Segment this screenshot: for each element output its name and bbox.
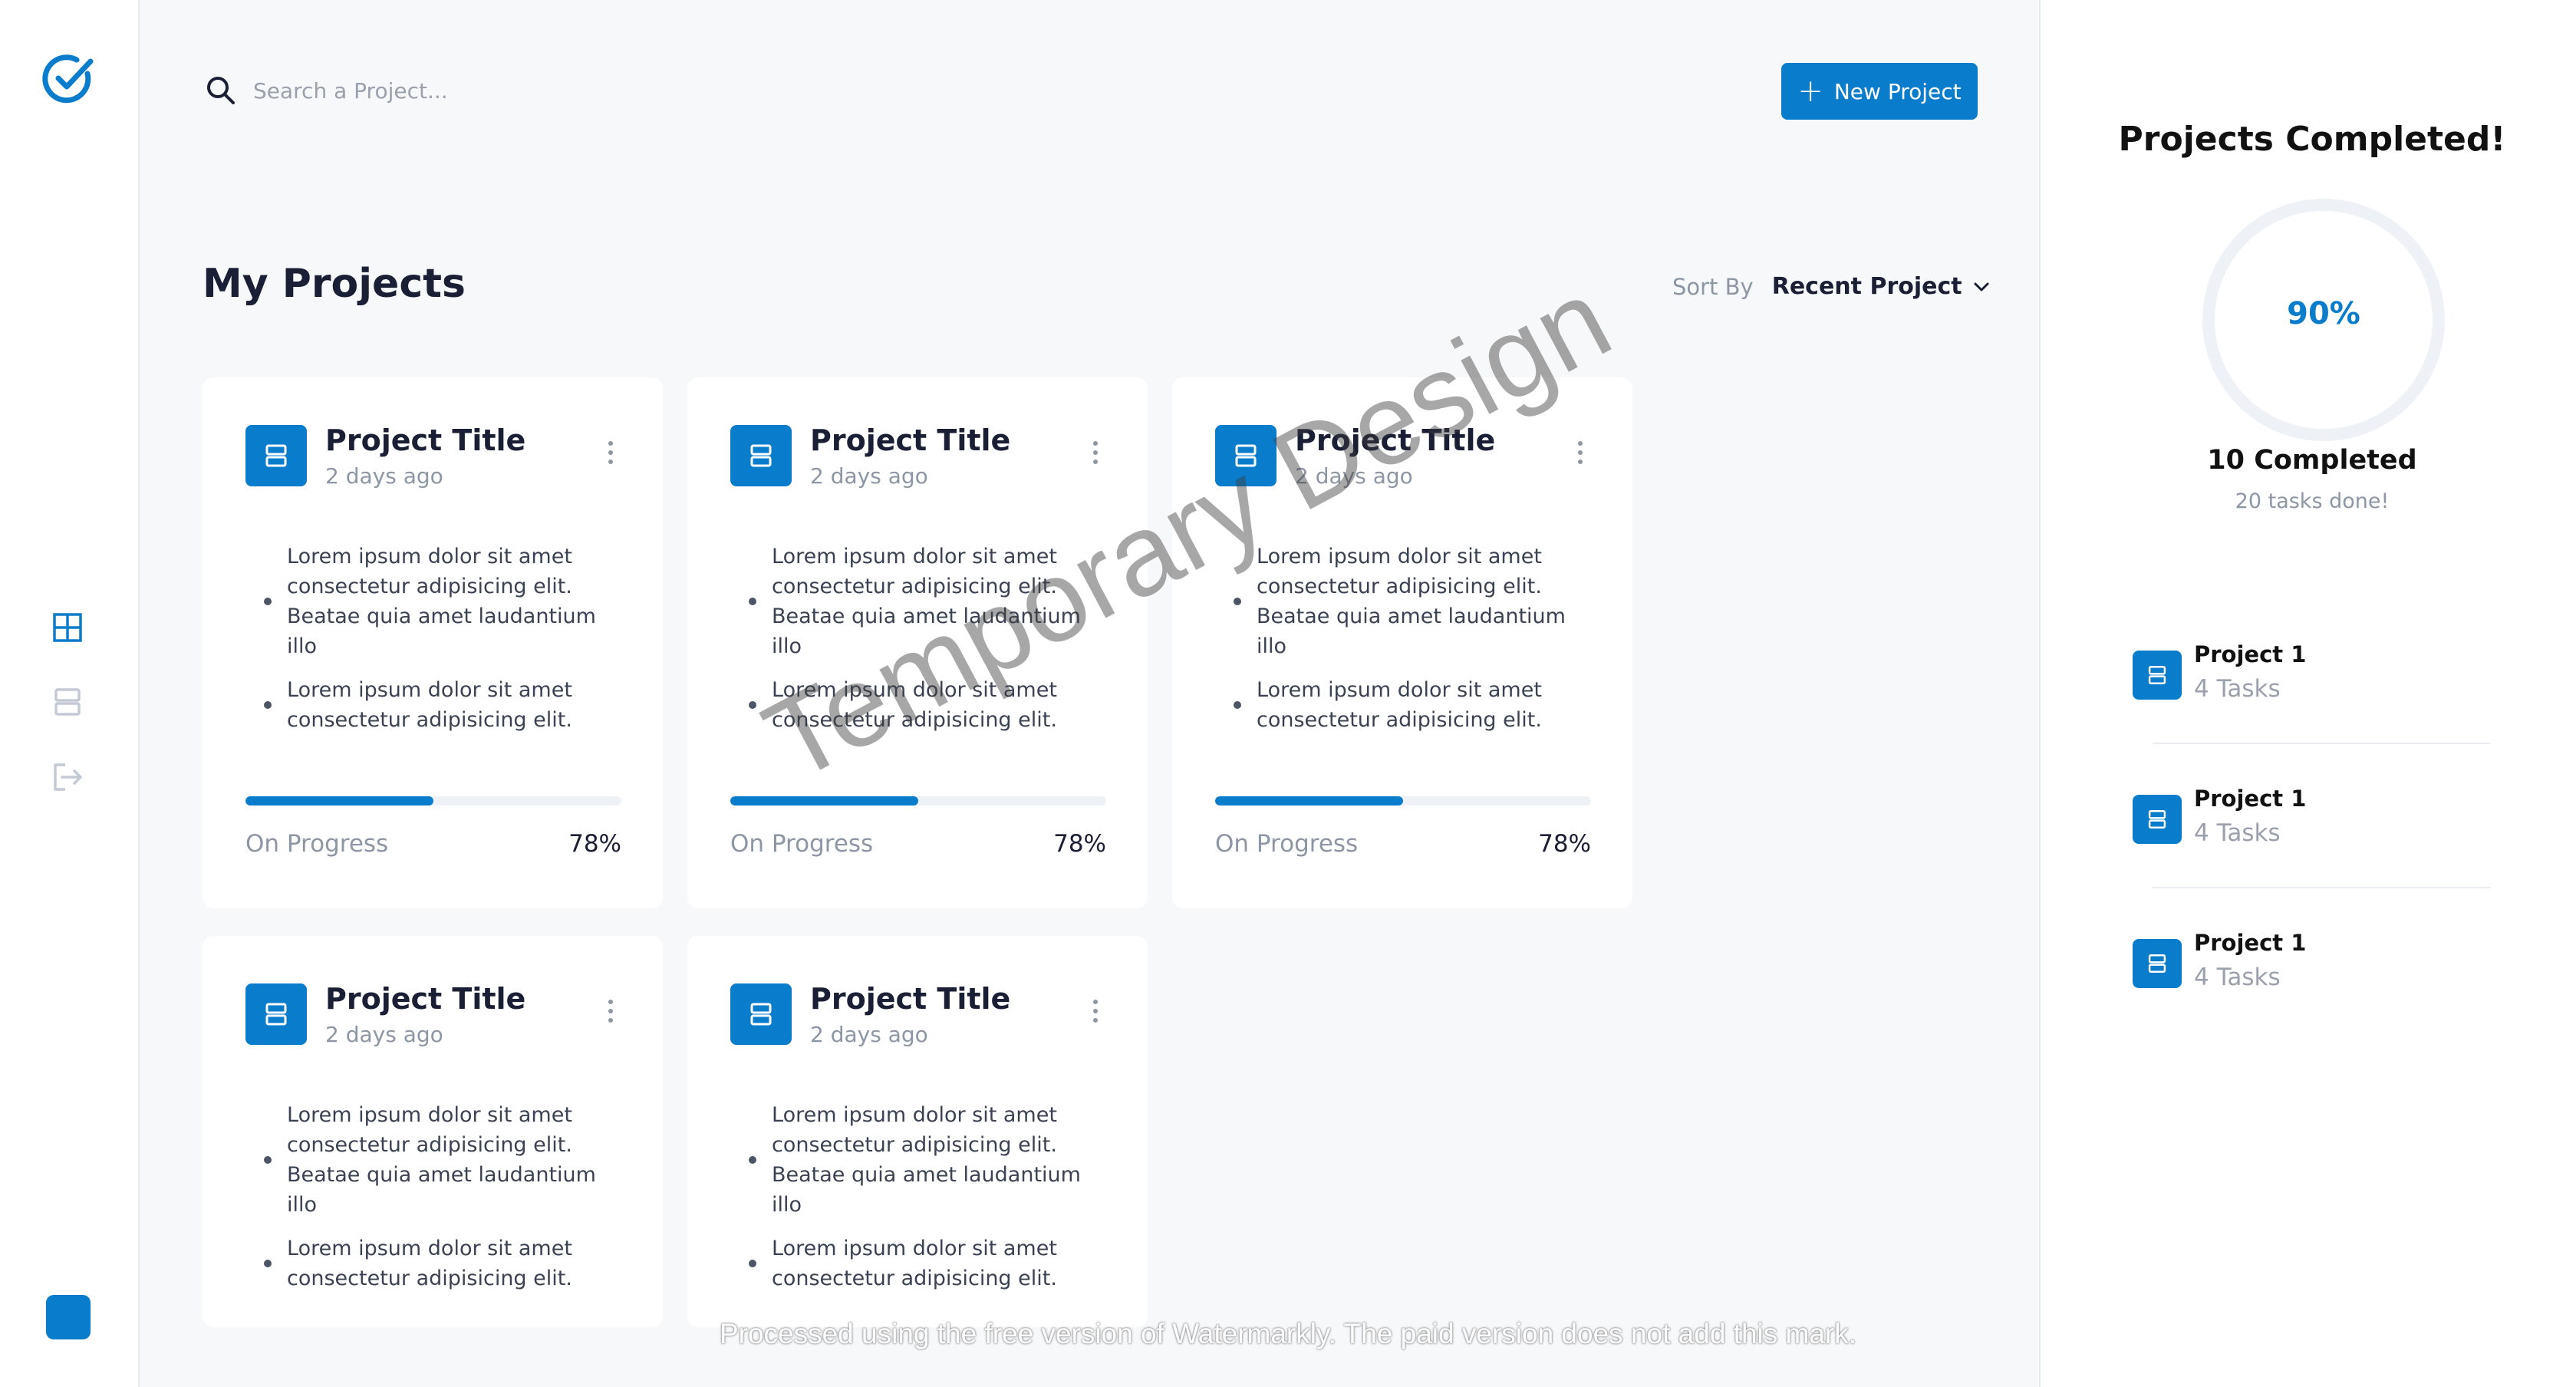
tasks-done: 20 tasks done! [2235,489,2390,513]
more-options-icon[interactable] [603,436,618,469]
bullet-item: Lorem ipsum dolor sit amet consectetur a… [264,1234,632,1293]
bullet-item: Lorem ipsum dolor sit amet consectetur a… [749,1234,1117,1293]
project-title: Project Title [810,982,1011,1016]
layers-icon [245,425,307,486]
progress-fill [245,796,433,806]
progress-status: On Progress [1215,830,1359,858]
layers-icon [1215,425,1276,486]
progress-percent: 78% [568,830,621,858]
summary-project-name: Project 1 [2194,930,2307,956]
summary-project-name: Project 1 [2194,786,2307,812]
project-time: 2 days ago [810,463,928,489]
layers-icon [2133,939,2182,988]
search-input[interactable] [253,77,713,104]
completion-panel: Projects Completed! 90% 10 Completed 20 … [2071,55,2576,1329]
progress-status: On Progress [730,830,874,858]
sort-label: Sort By [1672,273,1754,300]
summary-project-tasks: 4 Tasks [2194,964,2281,991]
search-bar [204,71,741,110]
more-options-icon[interactable] [1573,436,1588,469]
main-content: + New Project My Projects Sort By Recent… [140,0,2041,1387]
page-title: My Projects [203,261,466,307]
project-card[interactable]: Project Title 2 days ago Lorem ipsum dol… [687,377,1148,908]
panel-title: Projects Completed! [2118,120,2506,159]
check-circle-icon[interactable] [40,51,97,107]
project-bullets: Lorem ipsum dolor sit amet consectetur a… [264,542,632,749]
progress-status: On Progress [245,830,389,858]
bullet-item: Lorem ipsum dolor sit amet consectetur a… [264,542,632,661]
layers-icon [730,983,792,1045]
new-project-button[interactable]: + New Project [1781,63,1978,120]
progress-fill [730,796,918,806]
chevron-down-icon [1974,282,1989,291]
summary-project-name: Project 1 [2194,641,2307,667]
bullet-item: Lorem ipsum dolor sit amet consectetur a… [749,1100,1117,1220]
bullet-item: Lorem ipsum dolor sit amet consectetur a… [749,542,1117,661]
sort-dropdown[interactable]: Recent Project [1772,273,1990,300]
project-card[interactable]: Project Title 2 days ago Lorem ipsum dol… [687,936,1148,1327]
sort-control: Sort By Recent Project [1672,273,1990,300]
project-card[interactable]: Project Title 2 days ago Lorem ipsum dol… [203,936,663,1327]
project-time: 2 days ago [810,1022,928,1047]
summary-project-item[interactable]: Project 1 4 Tasks [2133,786,2493,939]
bullet-item: Lorem ipsum dolor sit amet consectetur a… [264,675,632,735]
project-bullets: Lorem ipsum dolor sit amet consectetur a… [264,1100,632,1307]
summary-project-item[interactable]: Project 1 4 Tasks [2133,641,2493,795]
project-card[interactable]: Project Title 2 days ago Lorem ipsum dol… [1172,377,1632,908]
progress-percent: 78% [1053,830,1106,858]
project-bullets: Lorem ipsum dolor sit amet consectetur a… [749,1100,1117,1307]
profile-button[interactable] [46,1295,91,1339]
bullet-item: Lorem ipsum dolor sit amet consectetur a… [1234,675,1602,735]
project-bullets: Lorem ipsum dolor sit amet consectetur a… [749,542,1117,749]
project-card[interactable]: Project Title 2 days ago Lorem ipsum dol… [203,377,663,908]
layers-icon [245,983,307,1045]
sidebar [0,0,140,1387]
progress-fill [1215,796,1403,806]
bullet-item: Lorem ipsum dolor sit amet consectetur a… [264,1100,632,1220]
divider [2153,743,2490,744]
completed-count: 10 Completed [2207,445,2417,476]
progress-bar [730,796,1106,806]
new-project-label: New Project [1833,78,1962,104]
logout-icon[interactable] [51,760,84,794]
plus-icon: + [1797,74,1823,109]
layers-icon[interactable] [51,685,84,719]
summary-project-tasks: 4 Tasks [2194,819,2281,847]
project-title: Project Title [810,423,1011,457]
divider [2153,887,2490,888]
project-title: Project Title [325,423,526,457]
project-time: 2 days ago [325,1022,443,1047]
more-options-icon[interactable] [1088,994,1103,1028]
grid-icon[interactable] [51,611,84,644]
layers-icon [730,425,792,486]
project-title: Project Title [1295,423,1496,457]
more-options-icon[interactable] [603,994,618,1028]
project-title: Project Title [325,982,526,1016]
sort-value: Recent Project [1771,273,1962,300]
progress-bar [1215,796,1591,806]
bullet-item: Lorem ipsum dolor sit amet consectetur a… [749,675,1117,735]
search-icon [207,77,235,104]
more-options-icon[interactable] [1088,436,1103,469]
project-bullets: Lorem ipsum dolor sit amet consectetur a… [1234,542,1602,749]
layers-icon [2133,795,2182,844]
summary-project-item[interactable]: Project 1 4 Tasks [2133,930,2493,1083]
project-time: 2 days ago [1295,463,1413,489]
progress-bar [245,796,621,806]
summary-project-tasks: 4 Tasks [2194,675,2281,703]
completion-percent: 90% [2287,296,2360,331]
layers-icon [2133,651,2182,700]
project-time: 2 days ago [325,463,443,489]
progress-percent: 78% [1538,830,1591,858]
bullet-item: Lorem ipsum dolor sit amet consectetur a… [1234,542,1602,661]
